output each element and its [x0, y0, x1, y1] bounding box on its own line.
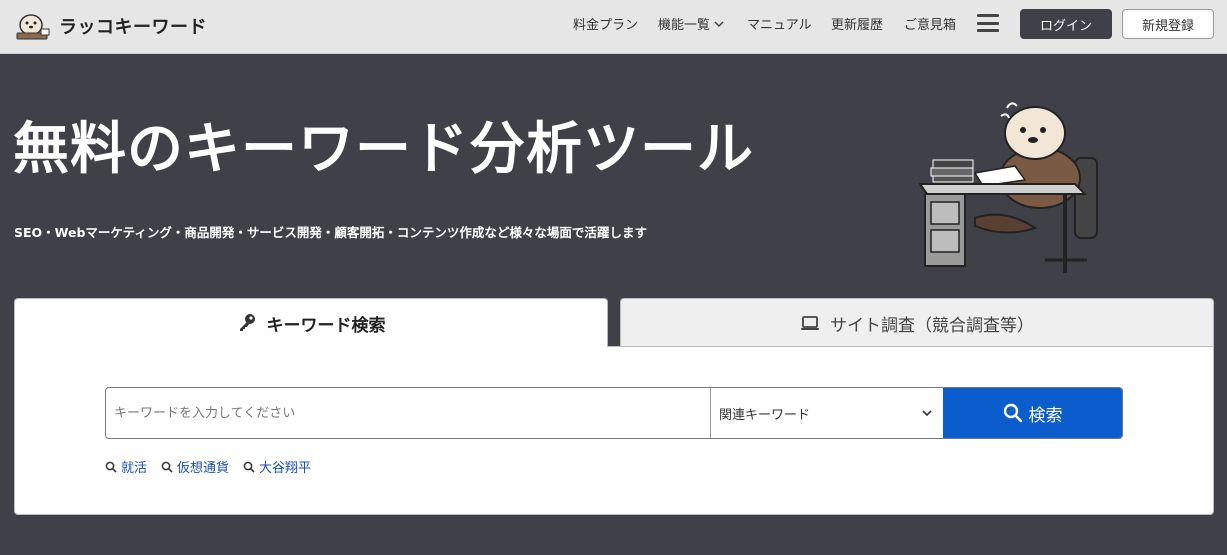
- suggestion-label: 仮想通貨: [177, 461, 230, 476]
- nav-pricing-label: 料金プラン: [573, 18, 639, 33]
- suggestion-item[interactable]: 仮想通貨: [161, 457, 229, 476]
- search-bar: 関連キーワード 検索: [105, 387, 1123, 439]
- otter-logo-icon: [16, 14, 50, 40]
- search-button[interactable]: 検索: [943, 388, 1122, 438]
- nav-changelog[interactable]: 更新履歴: [831, 14, 883, 33]
- login-button[interactable]: ログイン: [1020, 9, 1112, 39]
- nav-changelog-label: 更新履歴: [831, 18, 884, 33]
- search-icon: [1003, 403, 1022, 423]
- search-mode-select[interactable]: 関連キーワード: [711, 388, 943, 438]
- search-icon: [161, 461, 173, 473]
- key-icon: [239, 314, 255, 331]
- suggestion-label: 大谷翔平: [259, 461, 312, 476]
- chevron-down-icon: [714, 20, 724, 27]
- nav-manual[interactable]: マニュアル: [747, 14, 812, 33]
- search-mode-selected: 関連キーワード: [719, 407, 811, 423]
- tab-site-research-label: サイト調査（競合調査等）: [830, 315, 1034, 336]
- suggestion-list: 就活 仮想通貨 大谷翔平: [105, 457, 311, 476]
- hero-subtitle: SEO・Webマーケティング・商品開発・サービス開発・顧客開拓・コンテンツ作成な…: [14, 225, 647, 240]
- laptop-icon: [801, 316, 819, 330]
- nav-manual-label: マニュアル: [747, 18, 812, 33]
- otter-at-desk-illustration: [918, 102, 1098, 273]
- search-button-label: 検索: [1028, 405, 1063, 426]
- logo-text: ラッコキーワード: [59, 17, 207, 38]
- nav-features[interactable]: 機能一覧: [658, 14, 724, 33]
- tab-site-research[interactable]: サイト調査（競合調査等）: [620, 298, 1214, 347]
- tab-keyword-search[interactable]: キーワード検索: [14, 298, 608, 347]
- hero-title: 無料のキーワード分析ツール: [13, 117, 754, 182]
- suggestion-label: 就活: [121, 461, 148, 476]
- search-panel: 関連キーワード 検索 就活 仮想通貨 大谷翔平: [14, 346, 1214, 515]
- nav-features-label: 機能一覧: [658, 18, 711, 33]
- chevron-down-icon: [922, 410, 932, 417]
- register-button[interactable]: 新規登録: [1122, 9, 1214, 39]
- suggestion-item[interactable]: 大谷翔平: [243, 457, 311, 476]
- nav-feedback[interactable]: ご意見箱: [904, 14, 956, 33]
- hamburger-menu-icon[interactable]: [977, 14, 999, 32]
- search-input[interactable]: [106, 388, 711, 438]
- suggestion-item[interactable]: 就活: [105, 457, 147, 476]
- search-icon: [243, 461, 255, 473]
- site-header: ラッコキーワード 料金プラン 機能一覧 マニュアル 更新履歴 ご意見箱 ログイン…: [0, 0, 1227, 54]
- logo[interactable]: ラッコキーワード: [13, 8, 207, 44]
- nav-pricing[interactable]: 料金プラン: [573, 14, 638, 33]
- nav-feedback-label: ご意見箱: [904, 18, 957, 33]
- search-icon: [105, 461, 117, 473]
- tab-keyword-search-label: キーワード検索: [266, 315, 386, 336]
